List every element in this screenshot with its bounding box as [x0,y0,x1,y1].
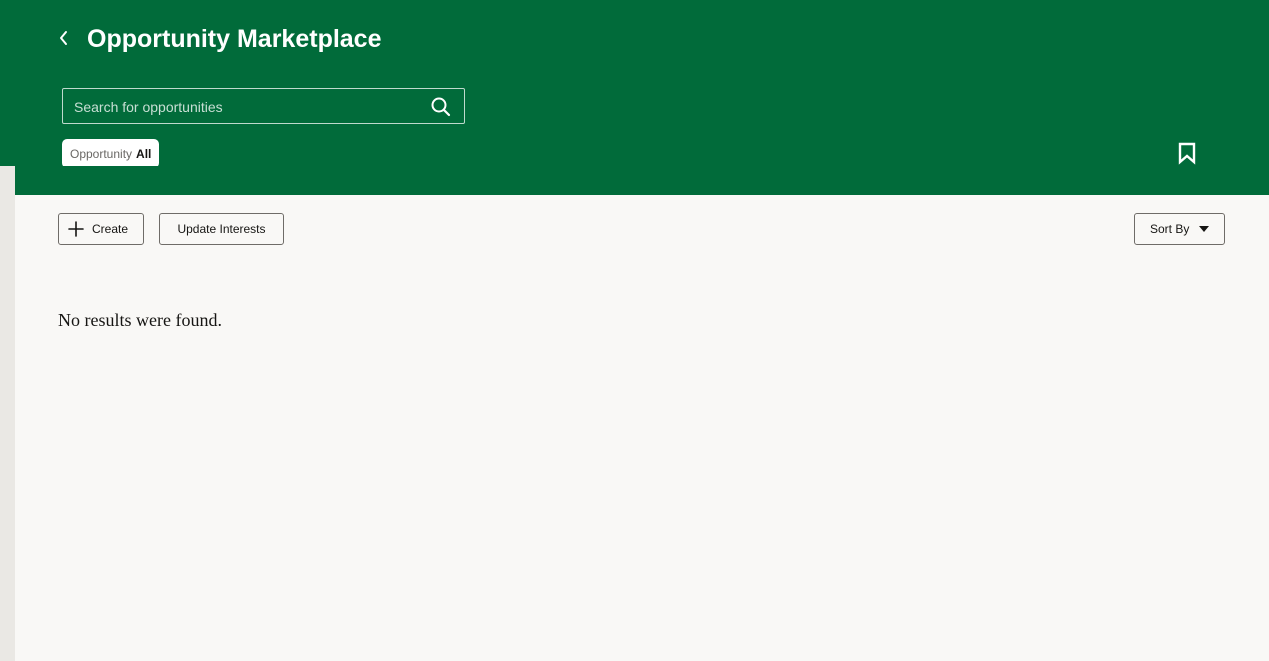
bookmark-icon[interactable] [1176,141,1198,165]
opportunity-filter-chip[interactable]: Opportunity All [62,139,160,168]
create-button[interactable]: Create [58,213,144,245]
update-interests-label: Update Interests [177,222,266,236]
search-box [62,88,465,125]
search-icon[interactable] [430,96,452,118]
sort-by-button[interactable]: Sort By [1134,213,1225,245]
header-extension [15,166,1269,195]
back-button[interactable] [52,24,76,52]
main-content: Create Update Interests Sort By No resul… [15,195,1269,661]
create-button-label: Create [92,222,129,236]
search-input[interactable] [63,89,423,125]
chevron-left-icon [60,31,67,45]
caret-down-icon [1199,226,1210,232]
plus-icon [68,221,84,237]
empty-results-message: No results were found. [58,310,222,330]
left-gutter [0,166,15,661]
page-header: Opportunity Marketplace Opportunity All [0,0,1269,168]
page-title: Opportunity Marketplace [87,25,382,53]
update-interests-button[interactable]: Update Interests [159,213,284,245]
filter-chip-value: All [136,146,152,161]
filter-chip-label: Opportunity [70,146,133,161]
opportunity-marketplace-page: Opportunity Marketplace Opportunity All … [0,0,1269,661]
sort-by-label: Sort By [1150,222,1190,236]
